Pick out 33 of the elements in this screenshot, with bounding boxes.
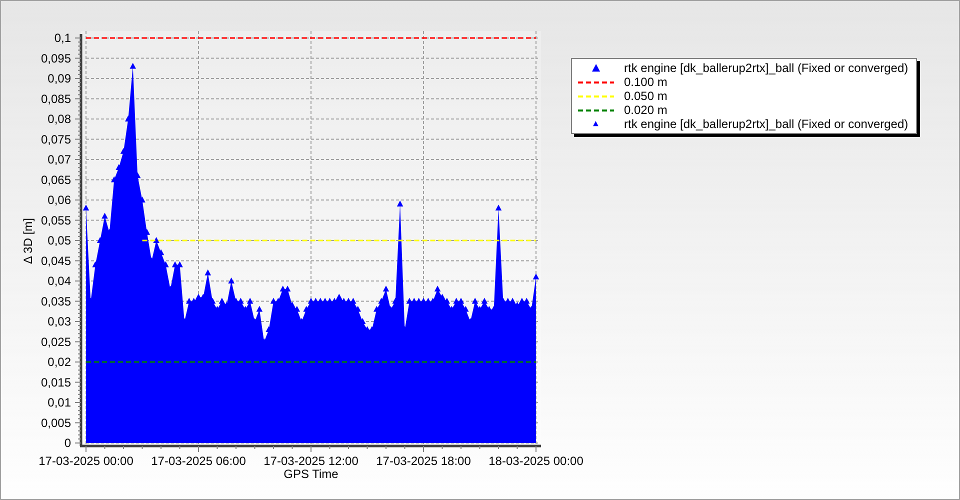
y-tick-label: 0,08 [48,112,71,126]
y-tick-label: 0,045 [40,254,71,268]
x-axis-title: GPS Time [284,467,338,481]
y-tick-label: 0,025 [40,334,71,349]
x-tick-label: 17-03-2025 06:00 [151,454,246,468]
x-tick-label: 17-03-2025 00:00 [38,454,134,468]
x-tick-label: 17-03-2025 12:00 [264,454,358,468]
y-tick-label: 0,07 [48,152,71,166]
x-tick-label: 18-03-2025 00:00 [488,454,584,468]
y-tick-label: 0,095 [40,51,71,66]
y-tick-label: 0,06 [48,193,71,207]
y-tick-label: 0,02 [48,355,71,369]
y-tick-label: 0 [64,436,71,450]
y-tick-label: 0,055 [40,213,71,228]
y-tick-label: 0,01 [48,396,71,410]
legend-label: rtk engine [dk_ballerup2rtx]_ball (Fixed or converged) [624,61,908,75]
y-tick-label: 0,015 [40,375,71,390]
y-tick-label: 0,035 [40,294,71,308]
legend-label: rtk engine [dk_ballerup2rtx]_ball (Fixed or converged) [624,117,908,131]
y-tick-label: 0,075 [40,132,71,146]
y-tick-label: 0,05 [48,234,71,248]
x-tick-label: 17-03-2025 18:00 [376,454,471,468]
legend-label: 0.100 m [624,75,668,89]
y-tick-label: 0,085 [40,92,71,106]
y-tick-label: 0,1 [54,31,71,45]
legend-label: 0.020 m [624,103,668,117]
legend-label: 0.050 m [624,89,668,103]
y-tick-label: 0,065 [40,172,71,187]
y-tick-label: 0,005 [40,416,71,430]
y-tick-label: 0,09 [48,72,71,86]
y-axis-title: Δ 3D [m] [21,218,35,264]
y-tick-label: 0,03 [48,314,71,328]
y-tick-label: 0,04 [48,274,71,288]
